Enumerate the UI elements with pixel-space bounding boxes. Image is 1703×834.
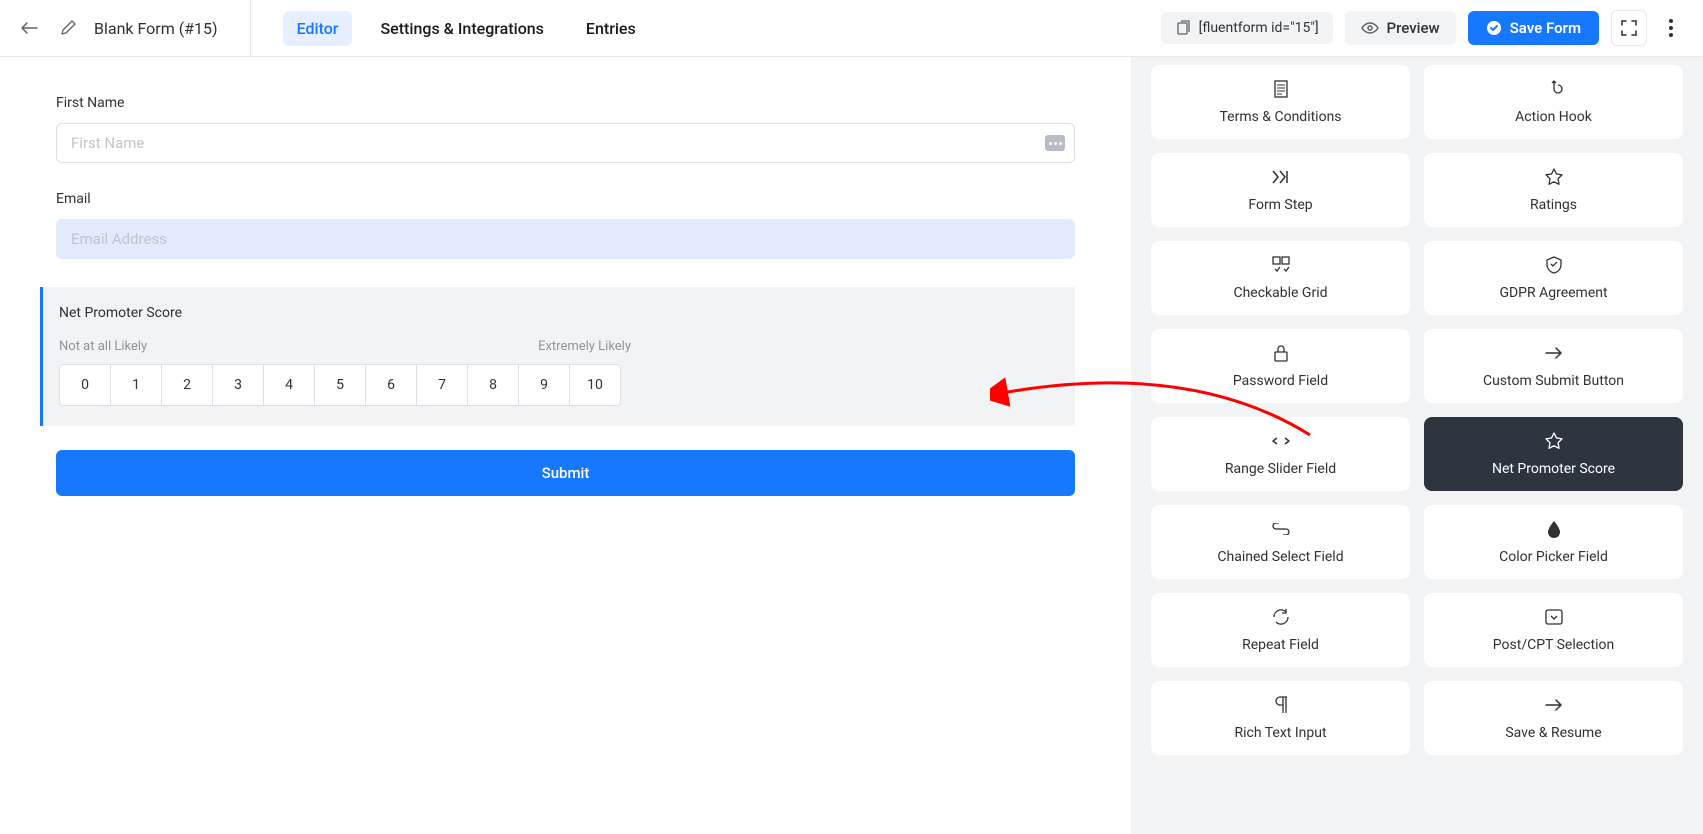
field-label: First Name — [56, 95, 1075, 111]
field-item-label: Net Promoter Score — [1492, 461, 1615, 477]
slider-icon — [1271, 431, 1291, 451]
save-button[interactable]: Save Form — [1468, 11, 1599, 45]
header: Blank Form (#15) Editor Settings & Integ… — [0, 0, 1703, 57]
form-title[interactable]: Blank Form (#15) — [94, 19, 238, 38]
nps-right-label: Extremely Likely — [538, 339, 631, 354]
shield-icon — [1545, 255, 1563, 275]
tab-entries[interactable]: Entries — [572, 11, 650, 46]
save-label: Save Form — [1510, 19, 1581, 37]
main: First Name Email Net Promoter Score Not … — [0, 57, 1703, 834]
field-item-form-step[interactable]: Form Step — [1151, 153, 1410, 227]
eye-icon — [1361, 21, 1379, 35]
form-canvas: First Name Email Net Promoter Score Not … — [0, 57, 1131, 834]
field-item-label: Chained Select Field — [1217, 549, 1343, 565]
tab-settings[interactable]: Settings & Integrations — [366, 11, 557, 46]
arrow-icon — [1544, 343, 1564, 363]
field-item-range-slider[interactable]: Range Slider Field — [1151, 417, 1410, 491]
hook-icon — [1545, 79, 1563, 99]
field-item-label: Post/CPT Selection — [1493, 637, 1614, 653]
expand-button[interactable] — [1611, 10, 1647, 46]
nps-scale: 012345678910 — [59, 364, 1059, 406]
field-item-gdpr[interactable]: GDPR Agreement — [1424, 241, 1683, 315]
repeat-icon — [1272, 607, 1290, 627]
field-label: Email — [56, 191, 1075, 207]
chain-icon — [1271, 519, 1291, 539]
field-item-chained-select[interactable]: Chained Select Field — [1151, 505, 1410, 579]
field-options-handle[interactable] — [1045, 135, 1065, 151]
pencil-icon[interactable] — [60, 20, 76, 36]
nps-option[interactable]: 4 — [263, 364, 315, 406]
back-arrow-icon[interactable] — [20, 21, 38, 35]
field-item-action-hook[interactable]: Action Hook — [1424, 65, 1683, 139]
nps-option[interactable]: 0 — [59, 364, 111, 406]
check-circle-icon — [1486, 20, 1502, 36]
arrow-icon — [1544, 695, 1564, 715]
field-item-label: Color Picker Field — [1499, 549, 1608, 565]
field-item-label: Action Hook — [1515, 109, 1592, 125]
fields-sidebar: Terms & Conditions Action Hook Form Step Ra… — [1131, 57, 1703, 834]
nps-option[interactable]: 5 — [314, 364, 366, 406]
field-item-label: Repeat Field — [1242, 637, 1319, 653]
nps-option[interactable]: 1 — [110, 364, 162, 406]
star-icon — [1545, 431, 1563, 451]
nps-option[interactable]: 7 — [416, 364, 468, 406]
field-item-label: Terms & Conditions — [1219, 109, 1341, 125]
document-icon — [1272, 79, 1290, 99]
shortcode-text: [fluentform id="15"] — [1199, 20, 1319, 36]
pilcrow-icon — [1274, 695, 1288, 715]
preview-button[interactable]: Preview — [1345, 11, 1456, 45]
field-item-checkable-grid[interactable]: Checkable Grid — [1151, 241, 1410, 315]
field-item-terms[interactable]: Terms & Conditions — [1151, 65, 1410, 139]
nps-option[interactable]: 8 — [467, 364, 519, 406]
more-menu-button[interactable] — [1659, 19, 1683, 37]
select-icon — [1545, 607, 1563, 627]
nps-left-label: Not at all Likely — [59, 339, 147, 354]
divider — [250, 0, 251, 56]
shortcode-box[interactable]: [fluentform id="15"] — [1161, 12, 1333, 44]
field-item-label: Custom Submit Button — [1483, 373, 1624, 389]
field-item-label: Ratings — [1530, 197, 1577, 213]
field-item-label: Range Slider Field — [1225, 461, 1336, 477]
field-item-label: Form Step — [1248, 197, 1312, 213]
nps-option[interactable]: 6 — [365, 364, 417, 406]
field-item-save-resume[interactable]: Save & Resume — [1424, 681, 1683, 755]
field-item-color-picker[interactable]: Color Picker Field — [1424, 505, 1683, 579]
field-item-repeat[interactable]: Repeat Field — [1151, 593, 1410, 667]
tab-editor[interactable]: Editor — [283, 11, 353, 46]
first-name-input[interactable] — [56, 123, 1075, 163]
drop-icon — [1547, 519, 1561, 539]
nps-option[interactable]: 2 — [161, 364, 213, 406]
field-item-rich-text[interactable]: Rich Text Input — [1151, 681, 1410, 755]
nps-option[interactable]: 9 — [518, 364, 570, 406]
email-input[interactable] — [56, 219, 1075, 259]
lock-icon — [1273, 343, 1289, 363]
nps-option[interactable]: 10 — [569, 364, 621, 406]
field-item-custom-submit[interactable]: Custom Submit Button — [1424, 329, 1683, 403]
star-icon — [1545, 167, 1563, 187]
copy-icon — [1175, 20, 1191, 36]
field-item-label: Checkable Grid — [1233, 285, 1327, 301]
grid-icon — [1272, 255, 1290, 275]
nps-title: Net Promoter Score — [59, 305, 1059, 321]
step-icon — [1271, 167, 1291, 187]
field-email[interactable]: Email — [56, 191, 1075, 259]
field-item-ratings[interactable]: Ratings — [1424, 153, 1683, 227]
field-item-label: Save & Resume — [1505, 725, 1601, 741]
nav-tabs: Editor Settings & Integrations Entries — [283, 11, 650, 46]
field-first-name[interactable]: First Name — [56, 95, 1075, 163]
field-nps[interactable]: Net Promoter Score Not at all Likely Ext… — [40, 287, 1075, 426]
field-item-post-cpt[interactable]: Post/CPT Selection — [1424, 593, 1683, 667]
preview-label: Preview — [1387, 19, 1440, 37]
nps-option[interactable]: 3 — [212, 364, 264, 406]
field-item-password[interactable]: Password Field — [1151, 329, 1410, 403]
field-item-nps[interactable]: Net Promoter Score — [1424, 417, 1683, 491]
field-item-label: GDPR Agreement — [1499, 285, 1607, 301]
field-item-label: Password Field — [1233, 373, 1328, 389]
submit-button[interactable]: Submit — [56, 450, 1075, 496]
field-item-label: Rich Text Input — [1234, 725, 1326, 741]
